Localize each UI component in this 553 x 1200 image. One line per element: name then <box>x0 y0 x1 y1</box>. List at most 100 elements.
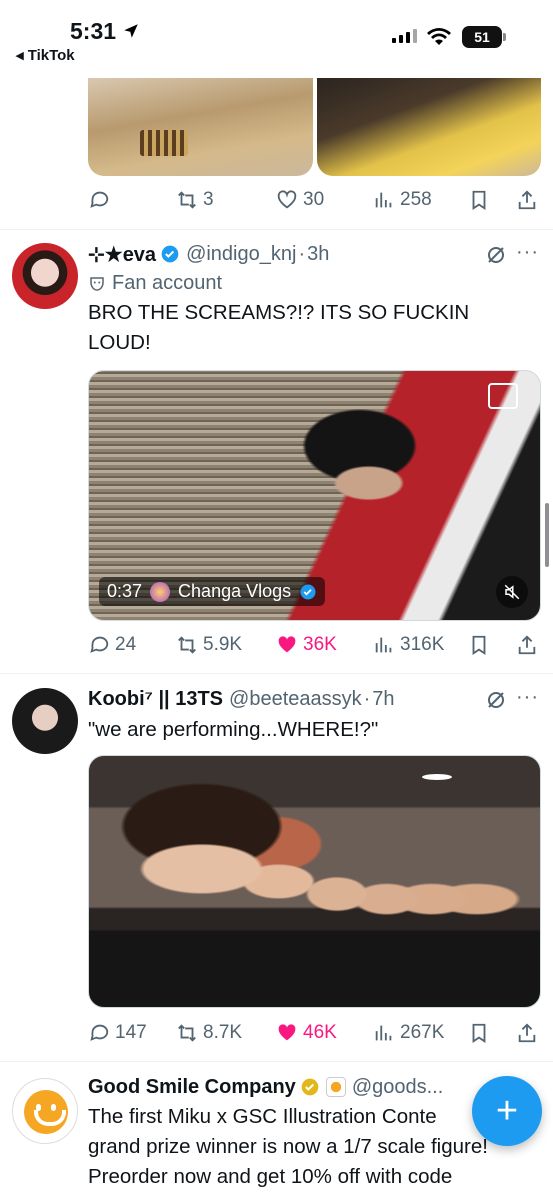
compose-tweet-button[interactable]: + <box>472 1076 542 1146</box>
previous-tweet-media[interactable] <box>88 78 541 176</box>
retweet-icon <box>178 636 196 654</box>
handle[interactable]: @beeteaassyk <box>229 688 362 711</box>
like-count: 46K <box>303 1022 337 1043</box>
reply-button[interactable] <box>88 185 115 215</box>
more-options-icon[interactable]: ··· <box>516 686 539 709</box>
retweet-count: 5.9K <box>203 634 243 655</box>
avatar[interactable] <box>12 688 78 754</box>
share-button[interactable] <box>516 185 538 215</box>
tweet-header: Good Smile Company @goods... <box>88 1073 443 1101</box>
views-button[interactable]: 267K <box>373 1018 444 1048</box>
views-count: 316K <box>400 634 445 655</box>
display-name[interactable]: ⊹★eva <box>88 242 156 267</box>
smiley-logo <box>24 1090 68 1134</box>
tweet-text-line: BRO THE SCREAMS?!? ITS SO FUCKIN <box>88 301 470 324</box>
grok-icon[interactable] <box>484 688 508 712</box>
display-name[interactable]: Koobi⁷ || 13TS <box>88 688 223 711</box>
timestamp[interactable]: 7h <box>372 688 394 711</box>
timestamp[interactable]: 3h <box>307 243 329 266</box>
tweet-video[interactable]: 0:37 Changa Vlogs <box>88 370 541 621</box>
verified-gold-badge-icon <box>301 1078 319 1096</box>
tweet-text-line: The first Miku x GSC Illustration Conte <box>88 1105 437 1128</box>
tweet-text-line: grand prize winner is now a 1/7 scale fi… <box>88 1135 488 1158</box>
tweet-text-line: "we are performing...WHERE!?" <box>88 718 379 741</box>
verified-badge-icon <box>300 584 316 599</box>
bookmark-icon <box>472 190 486 210</box>
video-source: Changa Vlogs <box>178 581 292 601</box>
fan-account-text: Fan account <box>112 272 223 294</box>
retweet-button[interactable]: 5.9K <box>176 630 242 660</box>
share-button[interactable] <box>516 630 538 660</box>
avatar[interactable] <box>12 1078 78 1144</box>
views-icon <box>375 637 392 653</box>
fan-account-label: Fan account <box>88 272 222 295</box>
reply-count: 24 <box>115 634 137 655</box>
location-arrow-icon <box>124 24 138 38</box>
video-info-label: 0:37 Changa Vlogs <box>99 577 326 606</box>
reply-button[interactable]: 24 <box>88 630 136 660</box>
source-avatar <box>150 581 171 602</box>
previous-tweet-image-1[interactable] <box>88 78 313 176</box>
heart-icon <box>278 1024 296 1041</box>
views-button[interactable]: 258 <box>373 185 432 215</box>
like-button[interactable]: 36K <box>276 630 337 660</box>
grok-icon[interactable] <box>484 243 508 267</box>
like-count: 30 <box>303 189 325 210</box>
speaker-muted-icon <box>504 584 520 600</box>
tweet-text: BRO THE SCREAMS?!? ITS SO FUCKIN LOUD! <box>88 298 469 358</box>
avatar[interactable] <box>12 243 78 309</box>
bookmark-button[interactable] <box>468 185 490 215</box>
share-icon <box>518 1023 536 1043</box>
handle[interactable]: @indigo_knj <box>186 243 296 266</box>
retweet-button[interactable]: 8.7K <box>176 1018 242 1048</box>
views-button[interactable]: 316K <box>373 630 444 660</box>
retweet-count: 3 <box>203 189 214 210</box>
views-icon <box>375 1025 392 1041</box>
bookmark-button[interactable] <box>468 630 490 660</box>
retweet-button[interactable]: 3 <box>176 185 214 215</box>
previous-tweet-image-2[interactable] <box>316 78 541 176</box>
bookmark-icon <box>472 1023 486 1043</box>
separator-dot: · <box>298 242 306 265</box>
wifi-icon <box>427 28 451 45</box>
tweet-actions: 24 5.9K 36K 316K <box>88 630 538 660</box>
back-to-app-link[interactable]: ◂ TikTok <box>16 46 75 64</box>
tweet-actions: 147 8.7K 46K 267K <box>88 1018 538 1048</box>
handle[interactable]: @goods... <box>352 1076 443 1099</box>
tweet-text-line: Preorder now and get 10% off with code <box>88 1165 453 1188</box>
tweet-image[interactable] <box>88 755 541 1008</box>
display-name[interactable]: Good Smile Company <box>88 1076 296 1099</box>
like-count: 36K <box>303 634 337 655</box>
like-button[interactable]: 46K <box>276 1018 337 1048</box>
battery-level: 51 <box>474 29 490 45</box>
share-icon <box>518 190 536 210</box>
mute-button[interactable] <box>496 576 528 608</box>
reply-button[interactable]: 147 <box>88 1018 147 1048</box>
battery-tip <box>503 33 506 41</box>
retweet-icon <box>178 1024 196 1042</box>
more-options-icon[interactable]: ··· <box>516 241 539 264</box>
ceiling-light <box>422 774 452 780</box>
status-time: 5:31 <box>70 18 117 44</box>
tweet-text: The first Miku x GSC Illustration Conte … <box>88 1102 488 1192</box>
affiliate-badge-icon <box>325 1077 346 1097</box>
retweet-count: 8.7K <box>203 1022 243 1043</box>
reply-icon <box>90 1024 109 1041</box>
tweet-text: "we are performing...WHERE!?" <box>88 715 378 745</box>
bookmark-button[interactable] <box>468 1018 490 1048</box>
separator-dot: · <box>363 687 371 710</box>
reply-icon <box>90 191 109 208</box>
share-icon <box>518 635 536 655</box>
reply-count: 147 <box>115 1022 147 1043</box>
like-button[interactable]: 30 <box>276 185 324 215</box>
battery-icon: 51 <box>462 26 502 48</box>
status-bar: 5:31 ◂ TikTok 51 <box>0 0 553 78</box>
heart-icon <box>278 636 296 653</box>
scrollbar[interactable] <box>545 503 549 567</box>
views-count: 267K <box>400 1022 445 1043</box>
share-button[interactable] <box>516 1018 538 1048</box>
previous-tweet-actions: 3 30 258 <box>88 185 538 215</box>
tweet-text-line: LOUD! <box>88 331 151 354</box>
divider <box>0 229 553 230</box>
broadcaster-logo <box>488 383 518 409</box>
